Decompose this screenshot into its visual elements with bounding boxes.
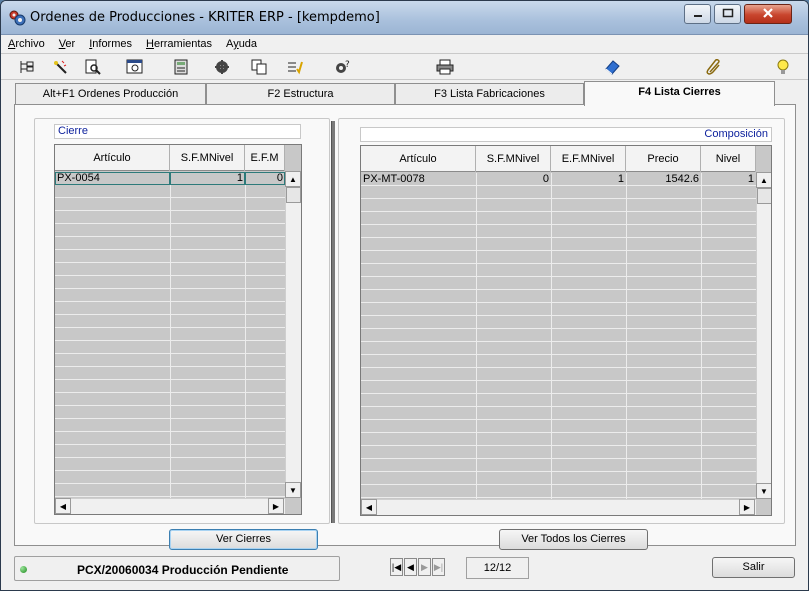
composicion-vertical-scrollbar[interactable]: ▲ ▼ [756,172,771,499]
menu-informes[interactable]: Informes [89,38,132,50]
maximize-button[interactable] [714,4,741,24]
cell-nivel[interactable]: 1 [701,173,756,186]
ver-todos-cierres-button[interactable]: Ver Todos los Cierres [499,529,648,550]
column-header-articulo[interactable]: Artículo [361,146,476,172]
status-bar: PCX/20060034 Producción Pendiente |◀ ◀ ▶… [14,556,796,582]
cierre-section-label: Cierre [54,124,301,139]
tab-lista-fabricaciones[interactable]: F3 Lista Fabricaciones [395,83,584,105]
scroll-right-icon[interactable]: ▶ [739,499,755,515]
close-button[interactable] [744,4,792,24]
tab-ordenes-produccion[interactable]: Alt+F1 Ordenes Producción [15,83,206,105]
checklist-icon[interactable] [285,58,305,76]
app-window: Ordenes de Producciones - KRITER ERP - [… [0,0,809,591]
copy-icon[interactable] [249,58,269,76]
record-navigator: |◀ ◀ ▶ ▶| [390,558,446,578]
menu-bar: Archivo Ver Informes Herramientas Ayuda [1,35,808,53]
next-record-icon[interactable]: ▶ [418,558,431,576]
cell-efm[interactable]: 0 [245,172,285,185]
status-led-icon [20,566,27,573]
column-header-nivel[interactable]: Nivel [701,146,756,172]
tab-estructura[interactable]: F2 Estructura [206,83,395,105]
panel-splitter[interactable] [331,121,335,523]
paperclip-icon[interactable] [704,58,724,76]
cierre-grid-body: PX-0054 1 0 [55,172,285,498]
menu-archivo[interactable]: Archivo [8,38,45,50]
minimize-button[interactable] [684,4,711,24]
composicion-grid-body: PX-MT-0078 0 1 1542.6 1 [361,173,756,499]
composicion-section-label: Composición [360,127,772,142]
scroll-down-icon[interactable]: ▼ [285,482,301,498]
scroll-down-icon[interactable]: ▼ [756,483,771,499]
last-record-icon[interactable]: ▶| [432,558,445,576]
eraser-icon[interactable] [602,58,622,76]
cierre-grid: Artículo S.F.MNivel E.F.M PX-0054 1 0 ▲ … [54,144,302,515]
cell-precio[interactable]: 1542.6 [626,173,701,186]
tab-content: Cierre Composición Artículo S.F.MNivel E… [14,104,796,550]
cell-articulo[interactable]: PX-MT-0078 [361,173,476,186]
previous-record-icon[interactable]: ◀ [404,558,417,576]
table-row[interactable]: PX-0054 1 0 [55,172,285,185]
record-counter: 12/12 [466,557,529,579]
toolbar: ? [1,53,808,80]
lightbulb-icon[interactable] [773,58,793,76]
scroll-right-icon[interactable]: ▶ [268,498,284,514]
calculator-icon[interactable] [171,58,191,76]
column-header-efm-nivel[interactable]: E.F.MNivel [551,146,626,172]
cierre-horizontal-scrollbar[interactable]: ◀ ▶ [55,498,285,514]
scroll-left-icon[interactable]: ◀ [55,498,71,514]
scroll-up-icon[interactable]: ▲ [756,172,771,188]
gears-icon[interactable] [212,58,232,76]
printer-icon[interactable] [435,58,455,76]
column-header-sfm-nivel[interactable]: S.F.MNivel [476,146,551,172]
cell-efm-nivel[interactable]: 1 [551,173,626,186]
close-icon [762,7,774,22]
tab-lista-cierres[interactable]: F4 Lista Cierres [584,81,775,106]
composicion-grid: Artículo S.F.MNivel E.F.MNivel Precio Ni… [360,145,772,516]
composicion-grid-header: Artículo S.F.MNivel E.F.MNivel Precio Ni… [361,146,756,172]
ver-cierres-button[interactable]: Ver Cierres [169,529,318,550]
minimize-icon [693,8,703,21]
status-text: PCX/20060034 Producción Pendiente [77,563,289,577]
magic-wand-icon[interactable] [51,58,71,76]
scroll-thumb[interactable] [757,188,771,204]
menu-herramientas[interactable]: Herramientas [146,38,212,50]
app-gears-icon [8,9,26,27]
window-title: Ordenes de Producciones - KRITER ERP - [… [30,10,380,25]
table-row[interactable]: PX-MT-0078 0 1 1542.6 1 [361,173,756,186]
tab-strip: Alt+F1 Ordenes Producción F2 Estructura … [1,81,808,106]
cell-articulo[interactable]: PX-0054 [55,172,170,185]
help-gear-icon[interactable]: ? [333,58,353,76]
status-panel: PCX/20060034 Producción Pendiente [14,556,340,581]
scroll-thumb[interactable] [286,187,301,203]
svg-text:?: ? [345,60,350,70]
salir-button[interactable]: Salir [712,557,795,578]
menu-ayuda[interactable]: Ayuda [226,38,257,50]
title-bar[interactable]: Ordenes de Producciones - KRITER ERP - [… [1,1,808,35]
tree-icon[interactable] [17,58,37,76]
column-header-efm[interactable]: E.F.M [245,145,285,171]
cell-sfm-nivel[interactable]: 1 [170,172,245,185]
scroll-up-icon[interactable]: ▲ [285,171,301,187]
menu-ver[interactable]: Ver [59,38,76,50]
column-header-precio[interactable]: Precio [626,146,701,172]
column-header-sfm-nivel[interactable]: S.F.MNivel [170,145,245,171]
cell-sfm-nivel[interactable]: 0 [476,173,551,186]
first-record-icon[interactable]: |◀ [390,558,403,576]
preview-icon[interactable] [83,58,103,76]
cierre-vertical-scrollbar[interactable]: ▲ ▼ [285,171,301,498]
maximize-icon [722,8,734,21]
column-header-articulo[interactable]: Artículo [55,145,170,171]
composicion-horizontal-scrollbar[interactable]: ◀ ▶ [361,499,756,515]
scroll-left-icon[interactable]: ◀ [361,499,377,515]
cierre-grid-header: Artículo S.F.MNivel E.F.M [55,145,285,171]
zoom-window-icon[interactable] [125,58,145,76]
